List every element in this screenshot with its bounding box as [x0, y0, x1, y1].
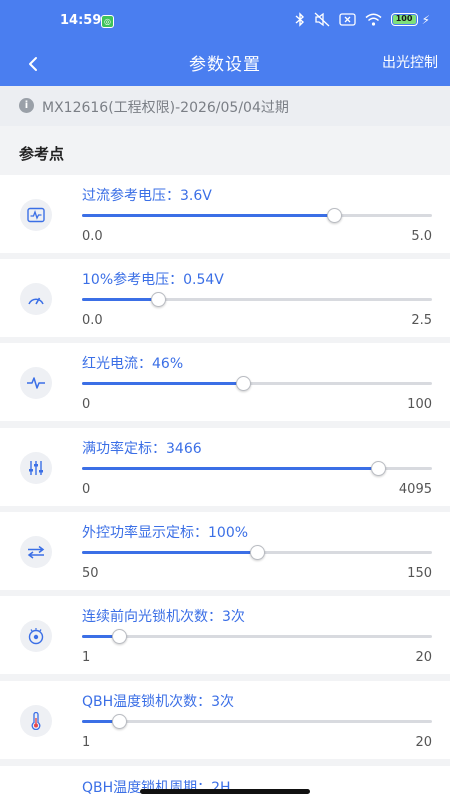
home-indicator[interactable] — [140, 789, 310, 794]
waveform-monitor-icon — [27, 207, 45, 223]
bluetooth-icon — [295, 12, 304, 27]
param-label: QBH温度锁机周期：2H — [82, 780, 231, 796]
param-label: 满功率定标：3466 — [82, 441, 202, 457]
slider-thumb[interactable] — [111, 714, 127, 729]
slider-min-label: 1 — [82, 650, 91, 665]
wechat-notification-icon: ◎ — [101, 15, 114, 28]
slider-max-label: 4095 — [398, 482, 432, 497]
battery-icon: 100 — [390, 13, 418, 26]
status-icons: 100 ⚡ — [295, 12, 430, 27]
slider-min-label: 0 — [82, 397, 91, 412]
thermometer-icon — [31, 712, 41, 730]
slider-max-label: 100 — [407, 397, 432, 412]
param-card-full-power-calibration: 满功率定标：3466 0 4095 — [0, 428, 450, 506]
nav-bar: 参数设置 出光控制 — [0, 44, 450, 86]
slider-min-label: 50 — [82, 566, 99, 581]
charging-icon: ⚡ — [421, 12, 430, 27]
param-card-overcurrent-voltage: 过流参考电压：3.6V 0.0 5.0 — [0, 175, 450, 253]
info-icon: i — [19, 98, 34, 113]
slider-thumb[interactable] — [371, 461, 387, 476]
device-info-bar: i MX12616(工程权限)-2026/05/04过期 — [0, 86, 450, 126]
device-info-text: MX12616(工程权限)-2026/05/04过期 — [42, 100, 289, 116]
pulse-icon — [27, 377, 45, 389]
slider-thumb[interactable] — [150, 292, 166, 307]
param-card-qbh-temperature-lock-count: QBH温度锁机次数：3次 1 20 — [0, 681, 450, 759]
mute-icon — [314, 12, 330, 27]
slider-max-label: 20 — [415, 650, 432, 665]
slider-min-label: 0.0 — [82, 313, 103, 328]
slider-max-label: 2.5 — [411, 313, 432, 328]
swap-arrows-icon — [27, 545, 45, 559]
slider-min-label: 1 — [82, 735, 91, 750]
gauge-icon — [28, 297, 44, 305]
light-control-button[interactable]: 出光控制 — [382, 52, 438, 72]
param-label: 10%参考电压：0.54V — [82, 272, 224, 288]
slider-min-label: 0 — [82, 482, 91, 497]
param-label: 红光电流：46% — [82, 356, 184, 372]
param-slider[interactable] — [82, 208, 432, 223]
light-lock-icon — [28, 628, 44, 645]
slider-thumb[interactable] — [250, 545, 265, 560]
status-bar: 14:59 ◎ 100 ⚡ — [0, 0, 450, 44]
param-slider[interactable] — [82, 376, 432, 391]
status-time: 14:59 — [60, 13, 102, 28]
param-card-red-light-current: 红光电流：46% 0 100 — [0, 343, 450, 421]
slider-max-label: 20 — [415, 735, 432, 750]
slider-thumb[interactable] — [236, 376, 251, 391]
no-sim-icon — [338, 13, 356, 26]
app-header: 14:59 ◎ 100 ⚡ 参数设置 出光控制 — [0, 0, 450, 86]
param-slider[interactable] — [82, 714, 432, 729]
sliders-icon — [29, 461, 43, 475]
slider-thumb[interactable] — [111, 629, 127, 644]
param-card-forward-light-lock-count: 连续前向光锁机次数：3次 1 20 — [0, 596, 450, 674]
slider-max-label: 5.0 — [411, 229, 432, 244]
param-card-10pct-reference-voltage: 10%参考电压：0.54V 0.0 2.5 — [0, 259, 450, 337]
slider-thumb[interactable] — [327, 208, 342, 223]
slider-min-label: 0.0 — [82, 229, 103, 244]
param-slider[interactable] — [82, 629, 432, 644]
slider-max-label: 150 — [407, 566, 432, 581]
param-label: 过流参考电压：3.6V — [82, 188, 212, 204]
wifi-icon — [365, 13, 382, 26]
param-card-external-power-display-calibration: 外控功率显示定标：100% 50 150 — [0, 512, 450, 590]
param-slider[interactable] — [82, 292, 432, 307]
param-label: 外控功率显示定标：100% — [82, 525, 249, 541]
section-title: 参考点 — [19, 145, 65, 163]
param-slider[interactable] — [82, 545, 432, 560]
param-slider[interactable] — [82, 461, 432, 476]
param-label: 连续前向光锁机次数：3次 — [82, 609, 245, 625]
param-label: QBH温度锁机次数：3次 — [82, 694, 235, 710]
